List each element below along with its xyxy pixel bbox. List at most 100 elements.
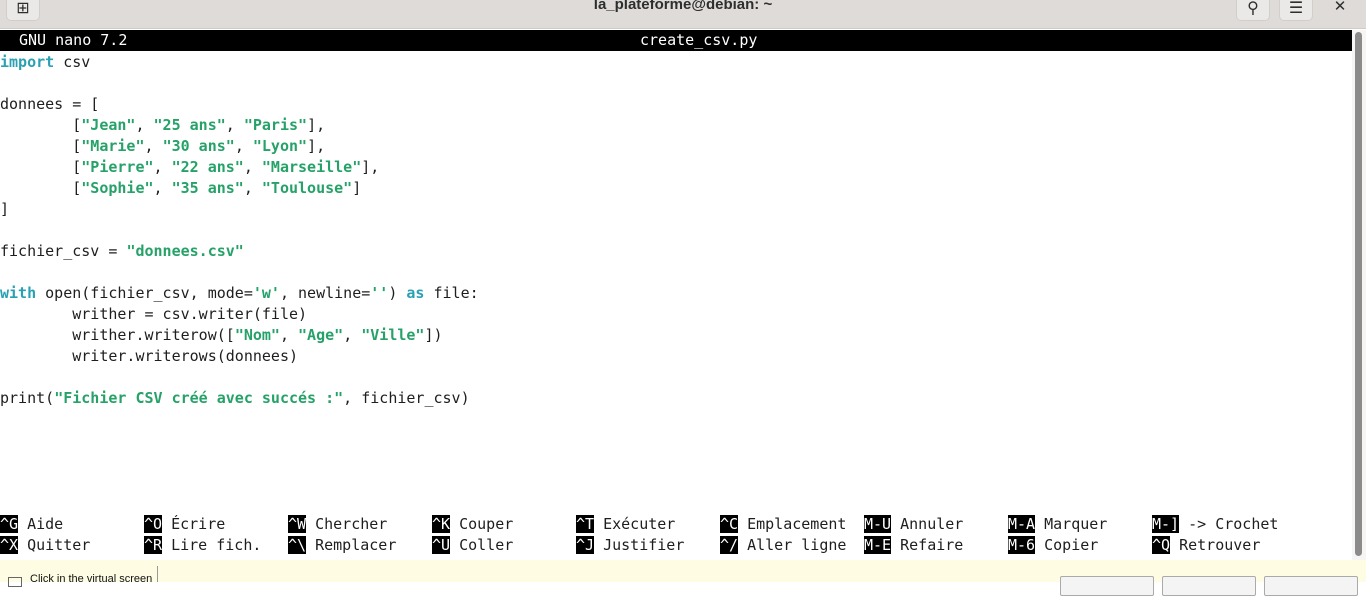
string-literal: "Toulouse" [261,179,353,197]
shortcut-item[interactable]: M-] -> Crochet [1152,514,1278,535]
shortcut-label: Aller ligne [747,536,847,554]
shortcut-label: Remplacer [315,536,397,554]
string-literal: "22 ans" [171,158,244,176]
scrollbar-thumb[interactable] [1355,32,1362,556]
code-text: writher = csv.writer(file) [0,305,308,323]
code-text: print( [0,389,55,407]
shortcut-item[interactable]: ^R Lire fich. [144,535,261,556]
hint-button-3[interactable] [1264,576,1358,596]
shortcut-label: Lire fich. [171,536,262,554]
hint-text: Click in the virtual screen [30,573,153,585]
code-line: writher = csv.writer(file) [0,304,1352,325]
nano-filename: create_csv.py [640,31,758,49]
code-text: ] [0,200,10,218]
window-title: la_plateforme@debian: ~ [593,0,773,13]
code-text: donnees = [ [0,95,100,113]
shortcut-key: ^J [576,536,595,554]
search-button[interactable]: ⚲ [1236,0,1270,21]
shortcut-label: Refaire [900,536,964,554]
code-text: ] [352,179,362,197]
shortcut-item[interactable]: ^O Écrire [144,514,225,535]
code-text: ]) [424,326,443,344]
shortcut-key: ^C [720,515,739,533]
shortcut-item[interactable]: M-U Annuler [864,514,963,535]
shortcut-item[interactable]: ^Q Retrouver [1152,535,1260,556]
code-line: with open(fichier_csv, mode='w', newline… [0,283,1352,304]
shortcut-key: M-6 [1008,536,1036,554]
keyword: with [0,284,37,302]
shortcut-label: -> Crochet [1188,515,1279,533]
keyword: as [406,284,425,302]
string-literal: "Pierre" [81,158,154,176]
shortcut-key: M-A [1008,515,1036,533]
shortcut-bar: ^G Aide ^O Écrire ^W Chercher ^K Couper ^T E… [0,514,1352,556]
shortcut-item[interactable]: M-A Marquer [1008,514,1107,535]
shortcut-label: Coller [459,536,514,554]
nano-header: GNU nano 7.2 create_csv.py [0,30,1352,51]
code-line: fichier_csv = "donnees.csv" [0,241,1352,262]
shortcut-item[interactable]: M-E Refaire [864,535,963,556]
string-literal: "30 ans" [162,137,235,155]
shortcut-row: ^X Quitter ^R Lire fich. ^\ Remplacer ^U Co… [0,535,1352,556]
shortcut-item[interactable]: ^U Coller [432,535,513,556]
code-text: writher.writerow([ [0,326,235,344]
code-text: open(fichier_csv, mode= [36,284,253,302]
shortcut-label: Écrire [171,515,226,533]
shortcut-label: Justifier [603,536,685,554]
hamburger-icon: ☰ [1288,0,1304,17]
shortcut-item[interactable]: ^K Couper [432,514,513,535]
code-text: file: [424,284,479,302]
shortcut-item[interactable]: ^W Chercher [288,514,387,535]
shortcut-label: Annuler [900,515,964,533]
divider [157,566,158,582]
screen-icon [8,577,22,587]
code-text: ], [307,116,326,134]
shortcut-label: Aide [27,515,64,533]
string-literal: "Jean" [81,116,136,134]
code-line: ["Sophie", "35 ans", "Toulouse"] [0,178,1352,199]
shortcut-item[interactable]: ^G Aide [0,514,63,535]
hint-bar: Click in the virtual screen [0,560,1366,596]
scrollbar[interactable] [1352,30,1366,560]
shortcut-item[interactable]: ^T Exécuter [576,514,675,535]
shortcut-key: ^/ [720,536,739,554]
code-text: , [243,158,262,176]
shortcut-label: Exécuter [603,515,676,533]
code-line: donnees = [ [0,94,1352,115]
shortcut-row: ^G Aide ^O Écrire ^W Chercher ^K Couper ^T E… [0,514,1352,535]
nano-version: GNU nano 7.2 [19,31,128,49]
code-text: , [153,158,172,176]
code-text: , [225,116,244,134]
code-text: ) [388,284,407,302]
shortcut-label: Quitter [27,536,91,554]
shortcut-key: ^G [0,515,19,533]
shortcut-key: ^Q [1152,536,1171,554]
shortcut-item[interactable]: M-6 Copier [1008,535,1098,556]
menu-button[interactable]: ☰ [1279,0,1313,21]
code-text: , [343,326,362,344]
string-literal: "Marie" [81,137,145,155]
close-button[interactable]: ✕ [1328,0,1352,18]
code-text: , [144,137,163,155]
shortcut-key: M-] [1152,515,1180,533]
shortcut-item[interactable]: ^C Emplacement [720,514,846,535]
shortcut-item[interactable]: ^\ Remplacer [288,535,396,556]
hint-button-1[interactable] [1060,576,1154,596]
string-literal: '' [370,284,389,302]
code-text: fichier_csv = [0,242,127,260]
code-editor[interactable]: import csv donnees = [ ["Jean", "25 ans",… [0,52,1352,409]
string-literal: "25 ans" [153,116,226,134]
code-line: ["Pierre", "22 ans", "Marseille"], [0,157,1352,178]
shortcut-item[interactable]: ^J Justifier [576,535,684,556]
shortcut-item[interactable]: ^X Quitter [0,535,90,556]
code-text: ], [307,137,326,155]
shortcut-item[interactable]: ^/ Aller ligne [720,535,846,556]
code-text: ], [361,158,380,176]
hint-button-2[interactable] [1162,576,1256,596]
shortcut-label: Retrouver [1179,536,1261,554]
code-text: [ [0,179,82,197]
string-literal: "Age" [298,326,344,344]
shortcut-key: ^U [432,536,451,554]
